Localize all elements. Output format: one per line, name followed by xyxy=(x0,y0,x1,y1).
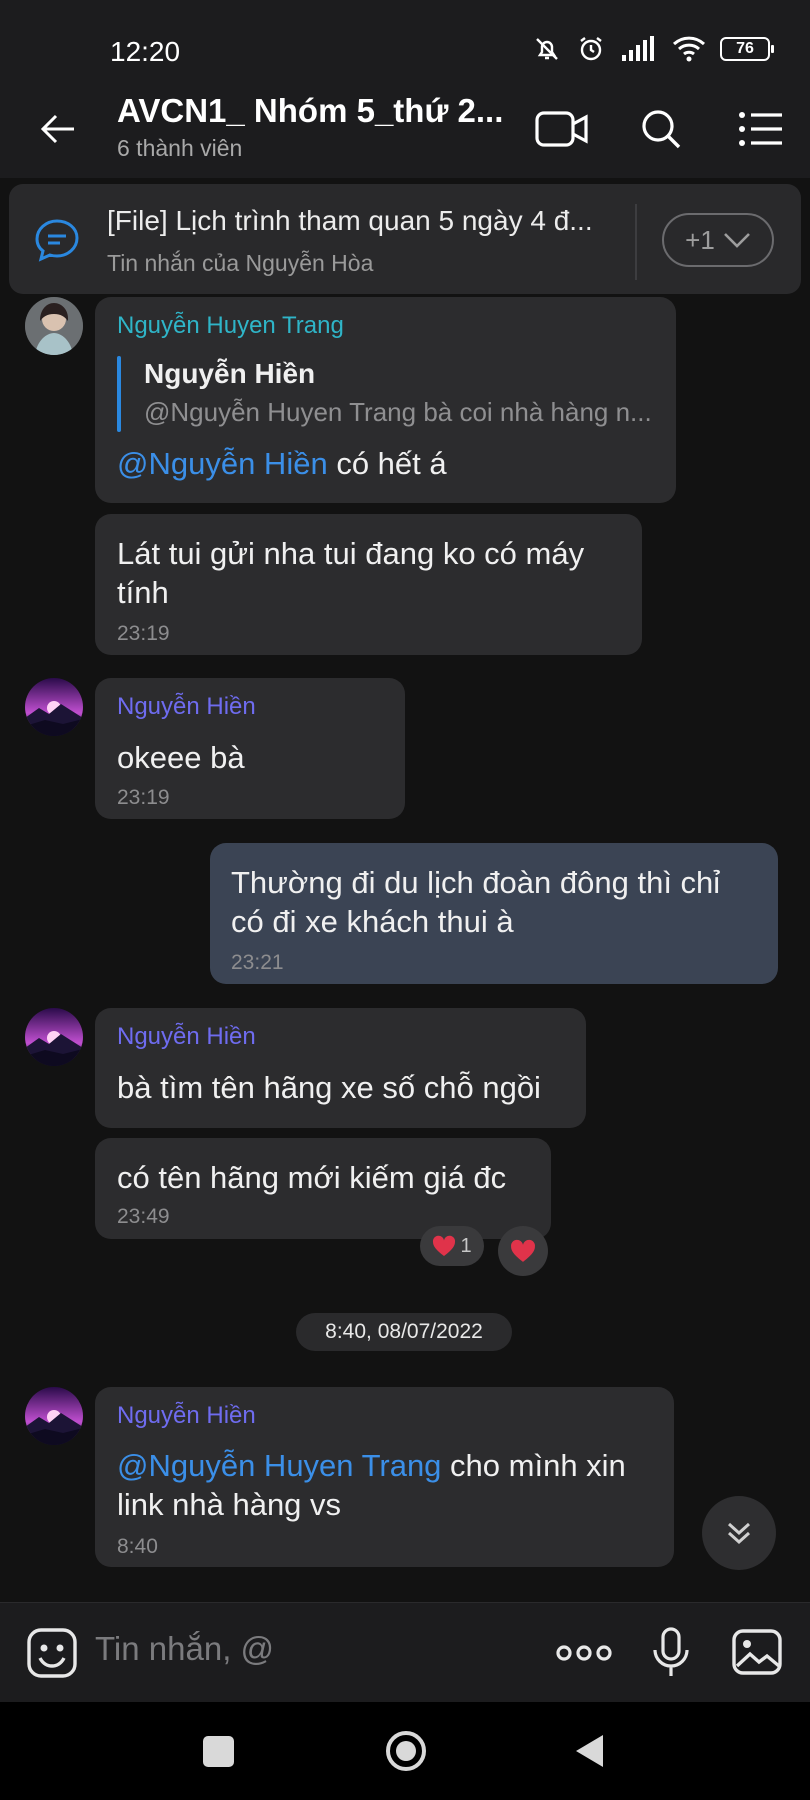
menu-button[interactable] xyxy=(732,102,790,156)
message-text-line: Lát tui gửi nha tui đang ko có máy xyxy=(117,536,585,571)
pinned-divider xyxy=(635,204,637,280)
image-picker-button[interactable] xyxy=(731,1628,783,1681)
chat-title[interactable]: AVCN1_ Nhóm 5_thứ 2... xyxy=(117,92,503,130)
reply-sender[interactable]: Nguyễn Hiền xyxy=(144,358,315,390)
add-reaction-button[interactable] xyxy=(498,1226,548,1276)
arrow-left-icon xyxy=(40,114,74,144)
pinned-count: +1 xyxy=(685,224,715,255)
back-triangle-icon xyxy=(576,1735,603,1767)
reply-quote-bar xyxy=(117,356,121,432)
message-sender[interactable]: Nguyễn Hiền xyxy=(117,1023,256,1051)
avatar[interactable] xyxy=(25,297,83,355)
microphone-icon xyxy=(653,1627,689,1676)
message-sender[interactable]: Nguyễn Hiền xyxy=(117,693,256,721)
status-time: 12:20 xyxy=(110,36,181,67)
message-text: @Nguyễn Hiền có hết á xyxy=(117,444,447,483)
chat-bubble-icon xyxy=(34,218,80,267)
message-text: có tên hãng mới kiếm giá đc xyxy=(117,1160,507,1195)
reaction-count: 1 xyxy=(460,1234,472,1257)
pinned-count-button[interactable]: +1 xyxy=(662,213,774,267)
message-text-body: có hết á xyxy=(327,446,447,481)
emoji-icon xyxy=(27,1628,77,1678)
home-circle-icon xyxy=(386,1731,426,1771)
more-dots-icon xyxy=(556,1645,612,1661)
message-text-line: link nhà hàng vs xyxy=(117,1487,342,1522)
avatar[interactable] xyxy=(25,1387,83,1445)
search-icon xyxy=(642,110,681,149)
double-chevron-down-icon xyxy=(727,1522,751,1545)
image-icon xyxy=(732,1629,782,1675)
video-camera-icon xyxy=(535,111,588,147)
message-text-line: @Nguyễn Huyen Trang cho mình xin xyxy=(117,1446,626,1485)
signal-icon xyxy=(622,36,654,61)
heart-icon xyxy=(511,1239,535,1262)
pinned-title: [File] Lịch trình tham quan 5 ngày 4 đ..… xyxy=(107,205,593,236)
sticker-button[interactable] xyxy=(26,1627,78,1684)
message-sender[interactable]: Nguyễn Huyen Trang xyxy=(117,312,344,340)
message-text-body: cho mình xin xyxy=(441,1448,626,1483)
search-button[interactable] xyxy=(632,102,690,156)
video-call-button[interactable] xyxy=(533,102,591,156)
wifi-icon xyxy=(672,36,706,62)
reply-text[interactable]: @Nguyễn Huyen Trang bà coi nhà hàng n... xyxy=(144,397,652,428)
message-text-line: tính xyxy=(117,575,169,610)
message-sender[interactable]: Nguyễn Hiền xyxy=(117,1402,256,1430)
recent-apps-button[interactable] xyxy=(203,1736,234,1767)
alarm-icon xyxy=(580,37,602,61)
message-text-line: có đi xe khách thui à xyxy=(231,904,514,939)
reaction-summary[interactable]: 1 xyxy=(420,1226,484,1266)
heart-icon xyxy=(433,1235,456,1256)
avatar[interactable] xyxy=(25,678,83,736)
status-icons: 76 xyxy=(532,34,774,64)
message-input[interactable]: Tin nhắn, @ xyxy=(95,1630,274,1668)
message-text-line: Thường đi du lịch đoàn đông thì chỉ xyxy=(231,865,721,900)
voice-record-button[interactable] xyxy=(651,1626,691,1685)
bell-muted-icon xyxy=(536,38,558,60)
message-text: bà tìm tên hãng xe số chỗ ngồi xyxy=(117,1070,541,1105)
pinned-subtitle: Tin nhắn của Nguyễn Hòa xyxy=(107,250,374,276)
list-menu-icon xyxy=(739,112,782,146)
back-button[interactable] xyxy=(34,105,82,153)
message-time: 23:21 xyxy=(231,951,284,974)
message-text: okeee bà xyxy=(117,740,245,775)
more-options-button[interactable] xyxy=(556,1638,612,1673)
message-time: 23:19 xyxy=(117,786,170,809)
mention-link[interactable]: @Nguyễn Huyen Trang xyxy=(117,1448,441,1483)
mention-link[interactable]: @Nguyễn Hiền xyxy=(117,446,328,481)
battery-level: 76 xyxy=(736,40,754,57)
message-time: 23:19 xyxy=(117,622,170,645)
chevron-down-icon xyxy=(723,233,750,248)
date-separator: 8:40, 08/07/2022 xyxy=(296,1313,512,1351)
scroll-to-bottom-button[interactable] xyxy=(702,1496,776,1570)
battery-icon: 76 xyxy=(720,37,774,61)
avatar[interactable] xyxy=(25,1008,83,1066)
home-button[interactable] xyxy=(384,1729,428,1778)
member-count[interactable]: 6 thành viên xyxy=(117,135,242,162)
message-time: 8:40 xyxy=(117,1535,158,1558)
back-nav-button[interactable] xyxy=(573,1733,605,1774)
message-time: 23:49 xyxy=(117,1205,170,1228)
